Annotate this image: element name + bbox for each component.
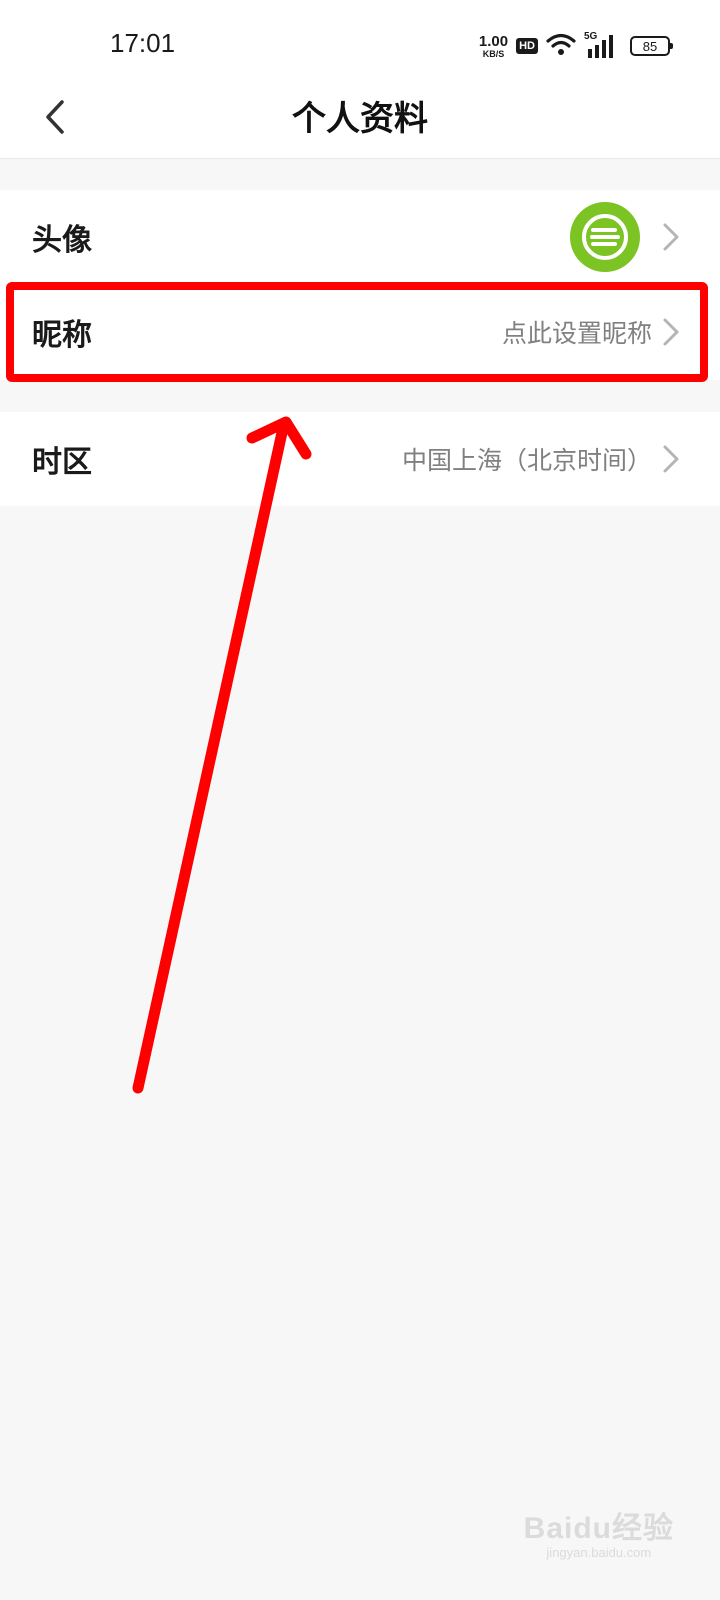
signal-bars-icon xyxy=(588,35,613,58)
nickname-value: 点此设置昵称 xyxy=(501,319,652,348)
back-button[interactable] xyxy=(30,92,80,142)
avatar-row[interactable]: 头像 xyxy=(0,190,720,284)
nav-bar: 个人资料 xyxy=(0,80,720,159)
nickname-label: 昵称 xyxy=(32,318,92,353)
chevron-right-icon xyxy=(663,223,679,251)
default-avatar-icon xyxy=(570,202,640,272)
watermark-brand: Baidu经验 xyxy=(523,1512,674,1545)
hd-badge: HD xyxy=(516,38,538,54)
chevron-right-icon xyxy=(663,318,679,346)
battery-icon: 85 xyxy=(630,36,673,56)
avatar-label: 头像 xyxy=(32,223,92,258)
watermark: Baidu经验 jingyan.baidu.com xyxy=(524,1503,674,1560)
timezone-label: 时区 xyxy=(32,445,92,480)
page-title: 个人资料 xyxy=(292,99,428,139)
timezone-row[interactable]: 时区 中国上海（北京时间） xyxy=(0,412,720,506)
timezone-value: 中国上海（北京时间） xyxy=(401,446,652,475)
status-icons: 1.00 KB/S HD 5G 85 xyxy=(479,28,673,64)
battery-level: 85 xyxy=(642,38,658,54)
nickname-row[interactable]: 昵称 点此设置昵称 xyxy=(0,284,720,380)
chevron-left-icon xyxy=(46,100,64,134)
network-speed-unit: KB/S xyxy=(482,48,505,59)
status-bar: 17:01 1.00 KB/S HD 5G 85 xyxy=(0,0,720,80)
signal-indicator: 5G xyxy=(584,31,618,59)
wifi-icon xyxy=(546,32,576,60)
watermark-url: jingyan.baidu.com xyxy=(546,1545,652,1560)
network-speed: 1.00 KB/S xyxy=(479,34,508,59)
status-time: 17:01 xyxy=(110,28,176,58)
network-speed-value: 1.00 xyxy=(478,32,509,50)
chevron-right-icon xyxy=(663,445,679,473)
